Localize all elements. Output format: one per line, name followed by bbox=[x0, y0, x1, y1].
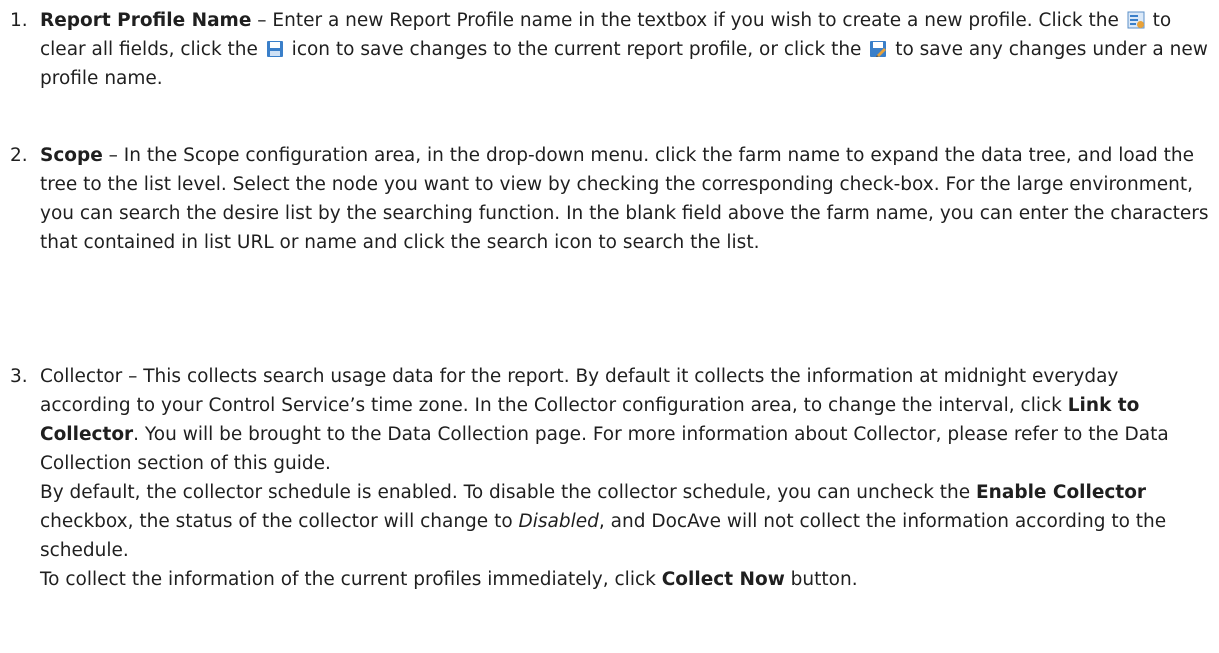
step-text: Report Profile Name – Enter a new Report… bbox=[40, 9, 1208, 89]
step-heading: Scope bbox=[40, 145, 103, 166]
step-number: 3. bbox=[10, 366, 28, 387]
step-number: 1. bbox=[10, 10, 28, 31]
enable-collector-label: Enable Collector bbox=[976, 482, 1147, 503]
collect-now-label: Collect Now bbox=[661, 569, 785, 590]
save-icon[interactable] bbox=[266, 38, 284, 57]
step-text: Collector – This collects search usage d… bbox=[40, 362, 1209, 594]
enable-collector-paragraph: By default, the collector schedule is en… bbox=[40, 482, 1167, 561]
collect-now-paragraph: To collect the information of the curren… bbox=[40, 569, 858, 590]
step-text: Scope – In the Scope configuration area,… bbox=[40, 145, 1209, 253]
document-page: 1. Report Profile Name – Enter a new Rep… bbox=[0, 0, 1219, 653]
step-heading: Report Profile Name bbox=[40, 10, 252, 31]
new-profile-icon[interactable] bbox=[1127, 9, 1145, 29]
step-number: 2. bbox=[10, 145, 28, 166]
collector-paragraph: Collector – This collects search usage d… bbox=[40, 366, 1169, 474]
disabled-status-word: Disabled bbox=[518, 511, 599, 532]
save-as-icon[interactable] bbox=[869, 38, 887, 57]
